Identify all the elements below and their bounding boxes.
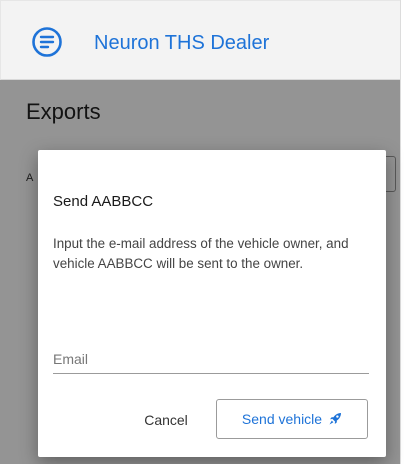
send-vehicle-label: Send vehicle [241,411,323,427]
email-field[interactable] [53,345,369,374]
dialog-title: Send AABBCC [53,193,154,210]
menu-lines-circle-icon[interactable] [31,26,63,58]
dialog-description: Input the e-mail address of the vehicle … [53,236,349,271]
cancel-button[interactable]: Cancel [130,400,202,440]
app-header: Neuron THS Dealer [0,0,400,80]
send-vehicle-dialog: Send AABBCC Input the e-mail address of … [38,150,386,457]
send-vehicle-button[interactable]: Send vehicle [216,399,368,439]
rocket-icon [328,412,342,426]
app-title: Neuron THS Dealer [94,32,270,54]
